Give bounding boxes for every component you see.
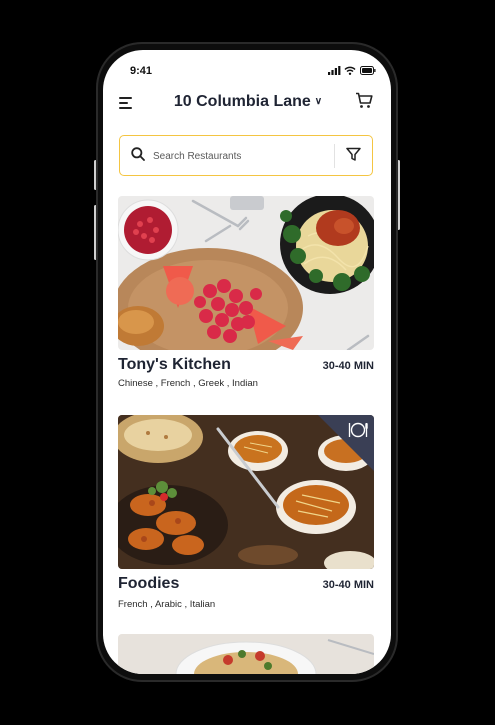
app-screen: 9:41 10 Columbia Lane ∨ Search Restauran… [103, 50, 391, 674]
restaurant-image [118, 196, 374, 350]
restaurant-name: Foodies [118, 575, 180, 592]
wifi-icon [344, 66, 356, 75]
status-time: 9:41 [130, 65, 153, 77]
chevron-down-icon: ∨ [314, 96, 323, 107]
restaurant-image [118, 634, 374, 674]
address-label: 10 Columbia Lane [173, 93, 311, 110]
app-header: 10 Columbia Lane ∨ [103, 90, 391, 116]
restaurant-card[interactable] [118, 634, 374, 674]
restaurant-cuisines: Chinese , French , Greek , Indian [118, 378, 258, 389]
dining-icon [348, 422, 368, 438]
restaurant-image [118, 415, 374, 569]
search-bar [119, 135, 373, 176]
search-divider [334, 144, 335, 168]
search-icon [131, 147, 145, 161]
cart-icon[interactable] [355, 92, 373, 109]
menu-icon[interactable] [119, 96, 133, 110]
restaurant-card[interactable]: Foodies 30-40 MIN French , Arabic , Ital… [118, 415, 374, 615]
filter-icon[interactable] [346, 147, 361, 162]
delivery-time: 30-40 MIN [322, 579, 374, 591]
restaurant-cuisines: French , Arabic , Italian [118, 599, 216, 610]
restaurant-name: Tony's Kitchen [118, 356, 231, 373]
battery-icon [360, 66, 376, 75]
search-input[interactable] [151, 145, 335, 167]
signal-icon [328, 66, 341, 75]
delivery-time: 30-40 MIN [322, 360, 374, 372]
address-selector[interactable]: 10 Columbia Lane ∨ [163, 93, 333, 111]
status-bar: 9:41 [103, 50, 391, 88]
restaurant-card[interactable]: Tony's Kitchen 30-40 MIN Chinese , Frenc… [118, 196, 374, 396]
